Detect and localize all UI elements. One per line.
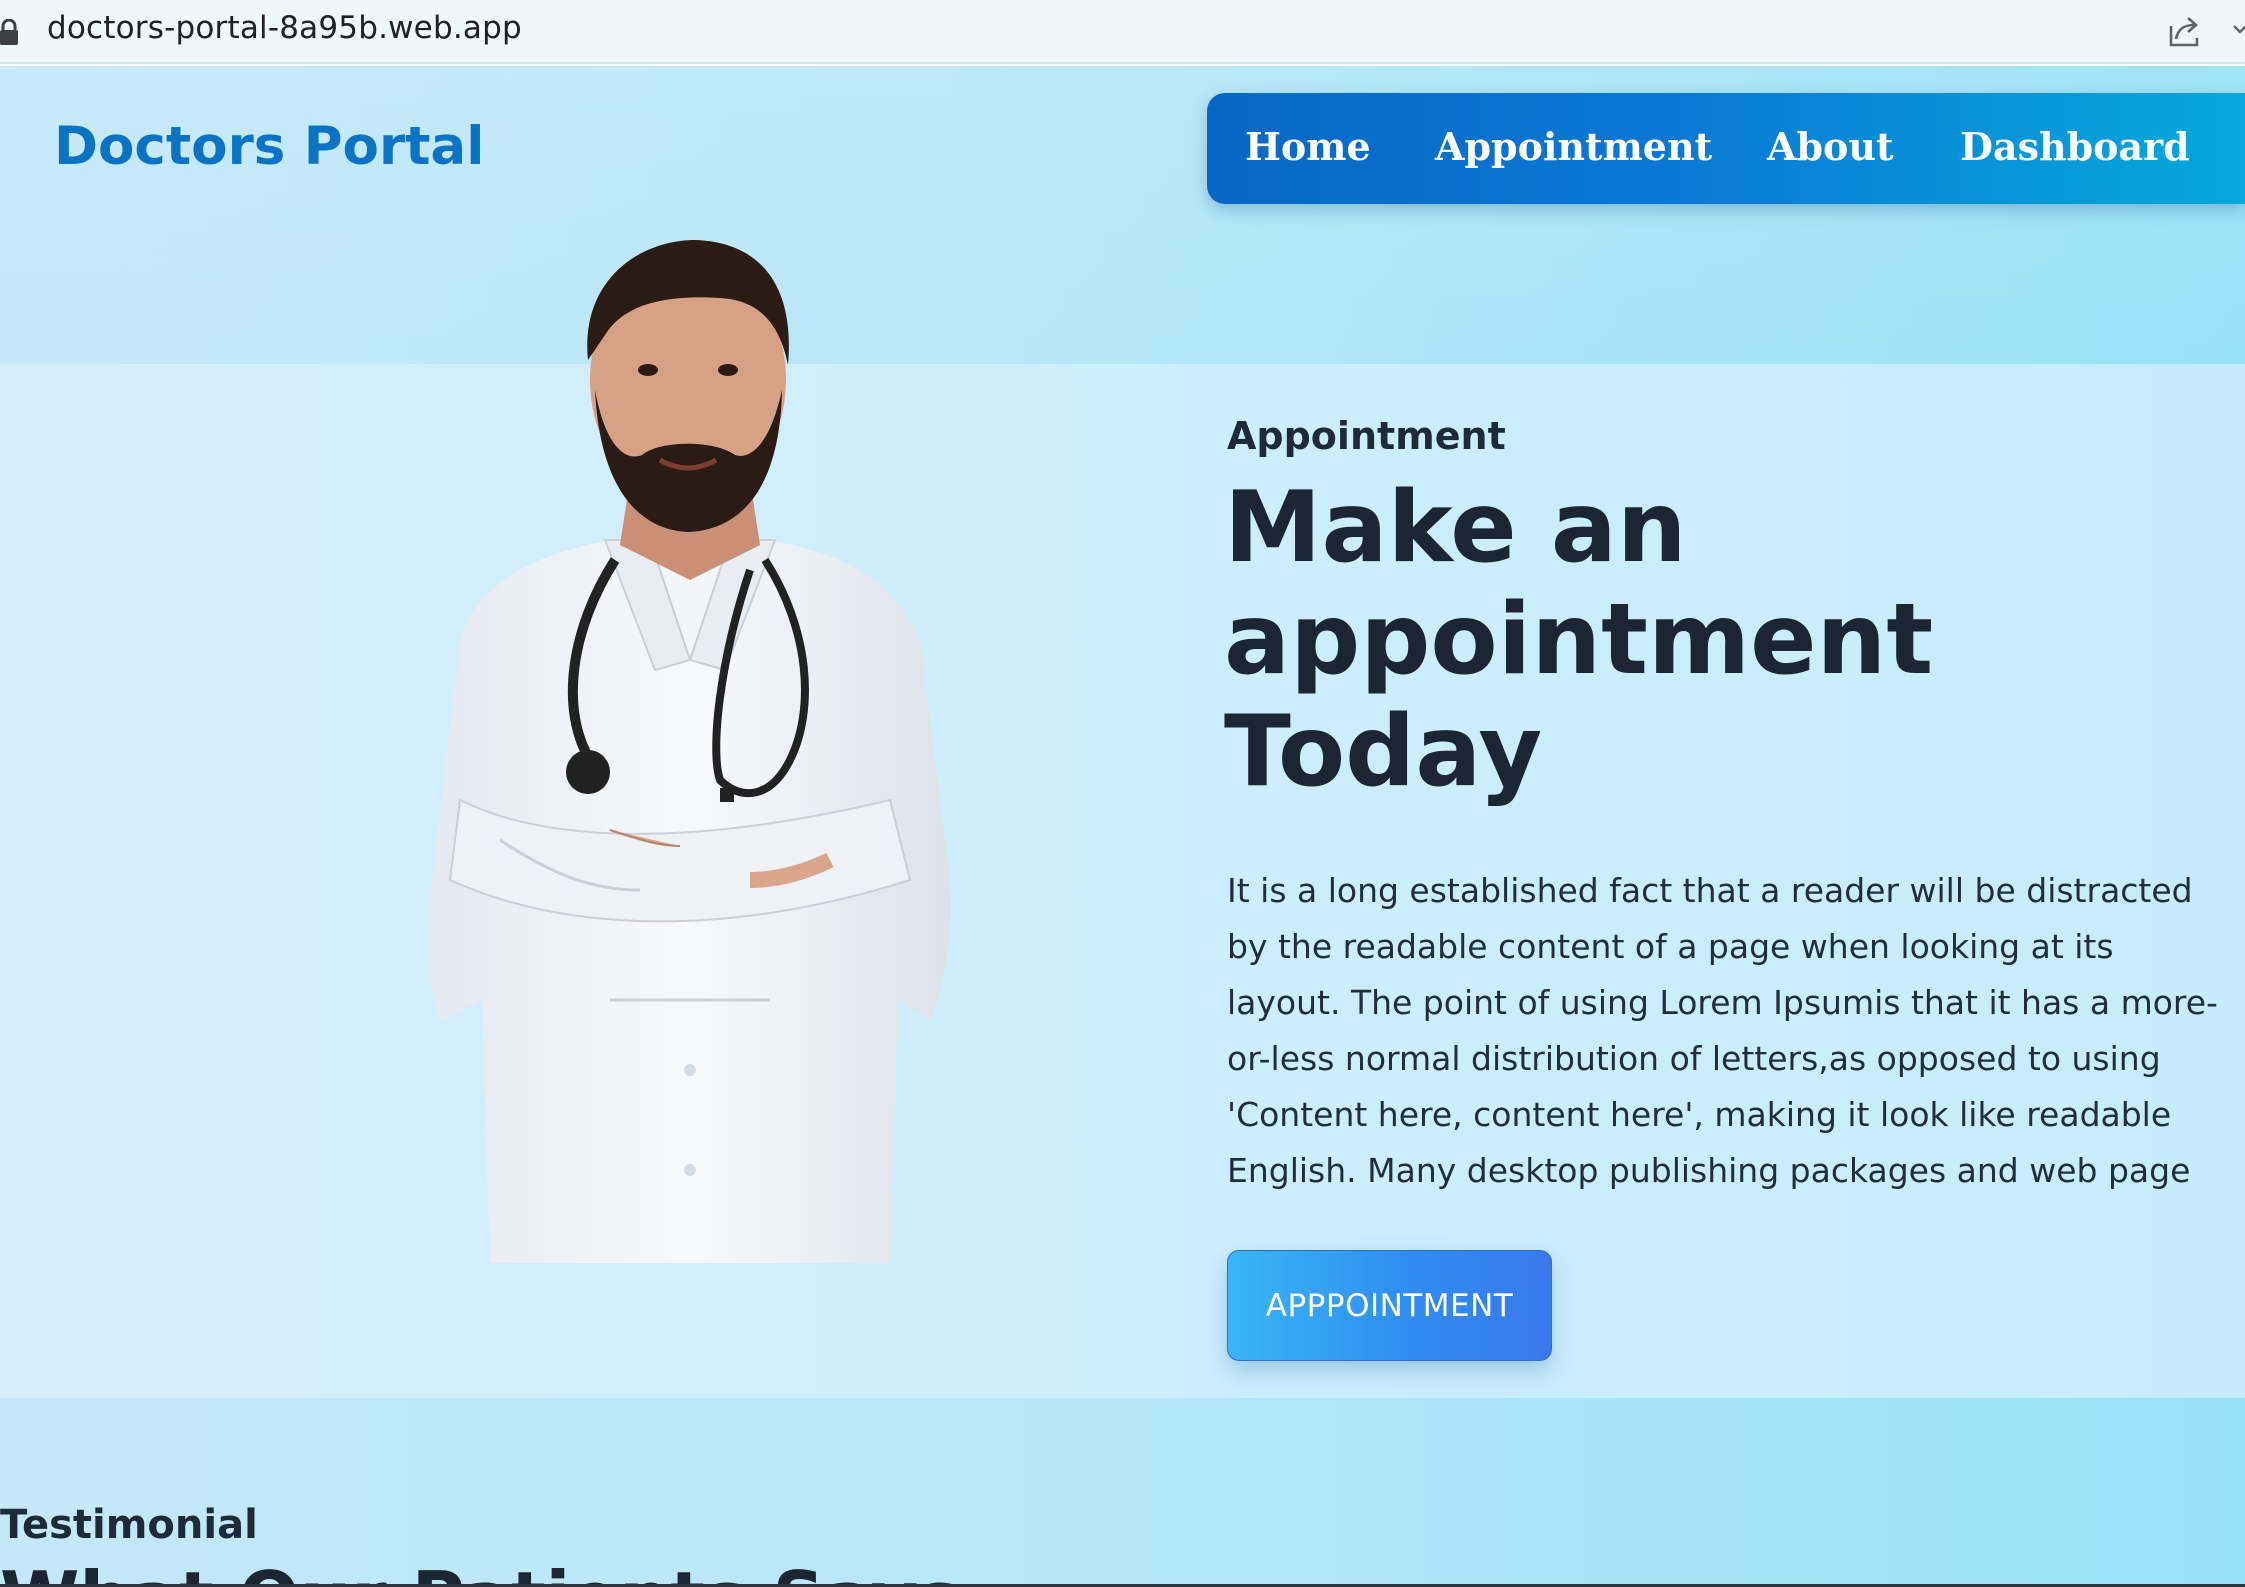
hero-headline-line-1: Make an — [1224, 471, 1687, 585]
browser-address-bar: doctors-portal-8a95b.web.app — [0, 0, 2245, 64]
testimonial-label: Testimonial — [0, 1502, 258, 1548]
nav-item-home[interactable]: Home — [1245, 124, 1371, 169]
nav-item-appointment[interactable]: Appointment — [1435, 124, 1712, 169]
doctor-image — [427, 240, 951, 1263]
url-text[interactable]: doctors-portal-8a95b.web.app — [47, 10, 522, 46]
appointment-button[interactable]: APPPOINTMENT — [1227, 1250, 1552, 1361]
testimonial-title: What Our Patients Says — [0, 1556, 961, 1584]
nav-item-about[interactable]: About — [1767, 124, 1894, 169]
hero-description: It is a long established fact that a rea… — [1227, 871, 2218, 1190]
hero-headline: Make an appointment Today — [1224, 472, 2224, 808]
main-nav: Home Appointment About Dashboard — [1207, 93, 2245, 204]
share-icon[interactable] — [2166, 12, 2204, 50]
page-content: Doctors Portal Home Appointment About Da… — [0, 66, 2245, 1587]
hero-headline-line-2: appointment — [1224, 583, 1934, 697]
lock-icon — [0, 19, 18, 45]
brand-logo[interactable]: Doctors Portal — [54, 116, 484, 177]
nav-item-dashboard[interactable]: Dashboard — [1960, 124, 2190, 169]
hero-headline-line-3: Today — [1224, 695, 1543, 809]
hero-eyebrow: Appointment — [1227, 414, 1506, 458]
chevron-down-icon[interactable] — [2233, 22, 2245, 36]
